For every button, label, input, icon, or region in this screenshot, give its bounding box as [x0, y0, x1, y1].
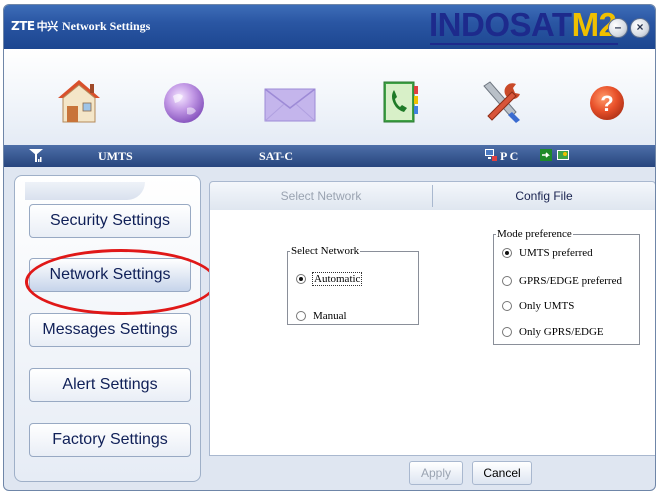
radio-gprs-edge-preferred-label: GPRS/EDGE preferred: [519, 275, 622, 287]
pc-label: P C: [500, 149, 519, 163]
phonebook-button[interactable]: [374, 76, 424, 126]
indosat-logo: INDOSATM2: [429, 6, 617, 44]
radio-umts-preferred-circle[interactable]: [502, 248, 512, 258]
apply-button[interactable]: Apply: [409, 461, 463, 485]
tab-bar: Select Network Config File: [209, 181, 655, 211]
home-icon: [58, 80, 100, 123]
messages-envelope-icon: [264, 88, 316, 122]
app-window: ZTE 中兴 Network Settings INDOSATM2 – × ? …: [3, 4, 656, 491]
select-network-group: Select Network Automatic Manual: [287, 245, 419, 325]
main-toolbar: ?: [4, 49, 655, 146]
brand-text: ZTE: [11, 19, 35, 33]
radio-only-gprs-edge-circle[interactable]: [502, 327, 512, 337]
sidebar-item-factory[interactable]: Factory Settings: [29, 423, 191, 457]
tab-select-network[interactable]: Select Network: [210, 182, 432, 210]
sidebar-header-decoration: [25, 182, 145, 200]
radio-manual-label: Manual: [313, 310, 347, 322]
radio-only-umts[interactable]: Only UMTS: [502, 300, 574, 312]
network-type-text: UMTS: [98, 149, 133, 163]
signal-strength-icon: [28, 147, 44, 167]
settings-button[interactable]: [476, 76, 526, 126]
settings-tools-icon: [483, 81, 520, 123]
home-button[interactable]: [54, 76, 104, 126]
radio-manual[interactable]: Manual: [296, 310, 347, 322]
message-status-icon: [556, 148, 570, 166]
radio-gprs-edge-preferred-circle[interactable]: [502, 276, 512, 286]
radio-only-gprs-edge[interactable]: Only GPRS/EDGE: [502, 326, 604, 338]
pc-connection-icon: [484, 148, 498, 166]
help-icon: ?: [590, 86, 624, 120]
radio-only-umts-label: Only UMTS: [519, 300, 575, 312]
sidebar-item-security[interactable]: Security Settings: [29, 204, 191, 238]
internet-globe-icon: [164, 83, 204, 123]
window-title: Network Settings: [62, 19, 151, 33]
tab-content: Select Network Automatic Manual Mode pre…: [209, 210, 655, 456]
phonebook-icon: [383, 81, 418, 123]
radio-manual-circle[interactable]: [296, 311, 306, 321]
help-button[interactable]: ?: [582, 76, 632, 126]
status-bar: UMTS SAT-C P C: [4, 145, 655, 167]
close-button[interactable]: ×: [630, 18, 650, 38]
radio-automatic-circle[interactable]: [296, 274, 306, 284]
sidebar-item-alert[interactable]: Alert Settings: [29, 368, 191, 402]
internet-button[interactable]: [159, 76, 209, 126]
radio-umts-preferred-label: UMTS preferred: [519, 247, 593, 259]
messages-button[interactable]: [262, 76, 316, 126]
cancel-button[interactable]: Cancel: [472, 461, 532, 485]
radio-automatic-label: Automatic: [311, 272, 363, 286]
action-bar: Apply Cancel: [209, 456, 654, 486]
logo-underline: [430, 43, 618, 45]
radio-only-gprs-edge-label: Only GPRS/EDGE: [519, 326, 604, 338]
select-network-legend: Select Network: [291, 245, 360, 257]
sidebar-item-network[interactable]: Network Settings: [29, 258, 191, 292]
network-settings-panel: Select Network Config File Select Networ…: [209, 181, 655, 487]
svg-text:?: ?: [600, 91, 613, 116]
radio-automatic[interactable]: Automatic: [296, 272, 363, 286]
zte-brand: ZTE 中兴: [11, 18, 58, 34]
radio-only-umts-circle[interactable]: [502, 301, 512, 311]
radio-umts-preferred[interactable]: UMTS preferred: [502, 247, 593, 259]
brand-cn-text: 中兴: [36, 20, 59, 33]
connection-arrow-icon: [539, 148, 553, 166]
settings-sidebar: Security Settings Network Settings Messa…: [14, 175, 201, 482]
title-bar: ZTE 中兴 Network Settings INDOSATM2 – ×: [4, 5, 655, 49]
mode-preference-legend: Mode preference: [497, 228, 572, 240]
logo-main-text: INDOSAT: [429, 6, 572, 43]
tab-config-file[interactable]: Config File: [433, 182, 655, 210]
sidebar-item-messages[interactable]: Messages Settings: [29, 313, 191, 347]
minimize-button[interactable]: –: [608, 18, 628, 38]
operator-text: SAT-C: [259, 149, 294, 163]
mode-preference-group: Mode preference UMTS preferred GPRS/EDGE…: [493, 228, 640, 345]
radio-gprs-edge-preferred[interactable]: GPRS/EDGE preferred: [502, 275, 622, 287]
